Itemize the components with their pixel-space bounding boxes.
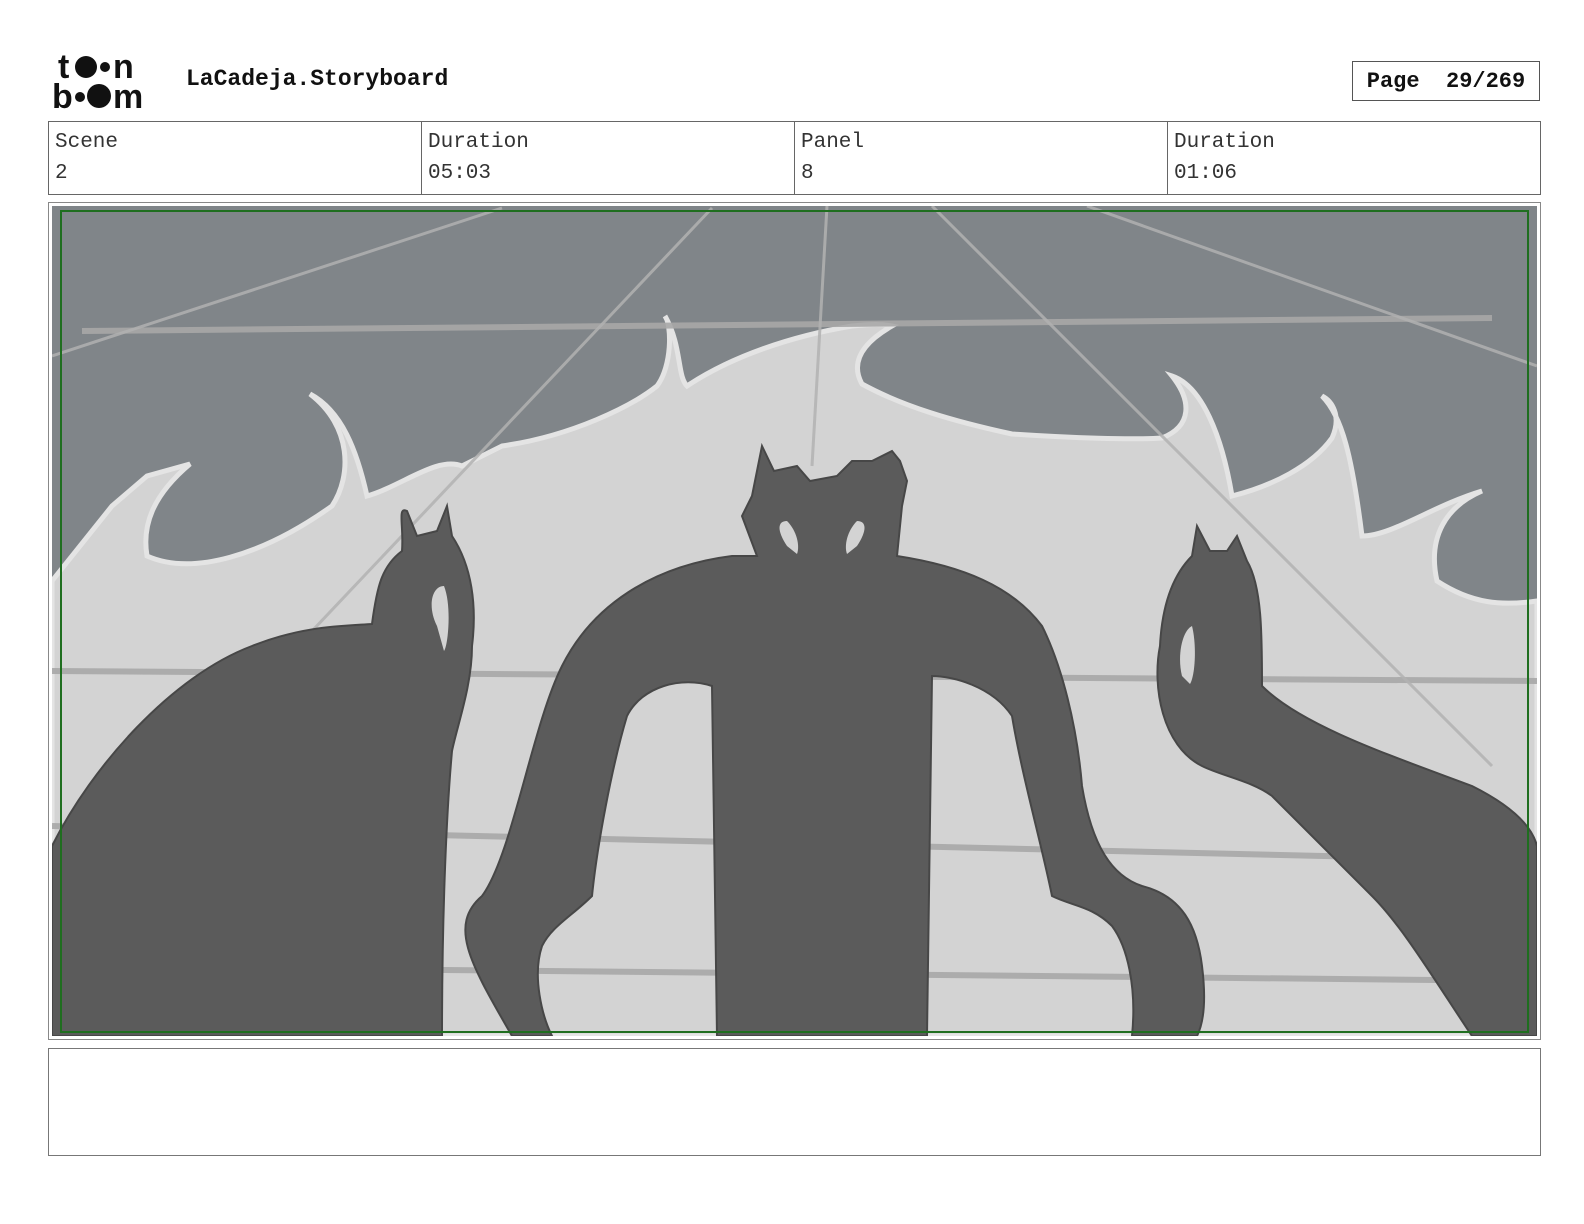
scene-duration-label: Duration <box>428 131 529 154</box>
scene-duration-value: 05:03 <box>428 162 492 185</box>
panel-value: 8 <box>801 162 814 185</box>
panel-notes-box[interactable] <box>48 1048 1541 1156</box>
panel-info-table: Scene 2 Duration 05:03 Panel 8 Duration … <box>48 121 1541 195</box>
safe-frame-border <box>60 210 1529 1033</box>
scene-label: Scene <box>55 131 119 154</box>
svg-text:m: m <box>113 78 143 112</box>
panel-label: Panel <box>801 131 865 154</box>
panel-duration-label: Duration <box>1174 131 1275 154</box>
page-counter: Page 29/269 <box>1352 61 1540 101</box>
scene-duration-cell: Duration 05:03 <box>422 122 795 194</box>
panel-duration-value: 01:06 <box>1174 162 1238 185</box>
toon-boom-logo: t n b m <box>52 50 143 112</box>
scene-value: 2 <box>55 162 68 185</box>
project-title: LaCadeja.Storyboard <box>186 66 449 92</box>
panel-duration-cell: Duration 01:06 <box>1168 122 1540 194</box>
scene-cell: Scene 2 <box>49 122 422 194</box>
panel-cell: Panel 8 <box>795 122 1168 194</box>
svg-text:b: b <box>52 78 73 112</box>
